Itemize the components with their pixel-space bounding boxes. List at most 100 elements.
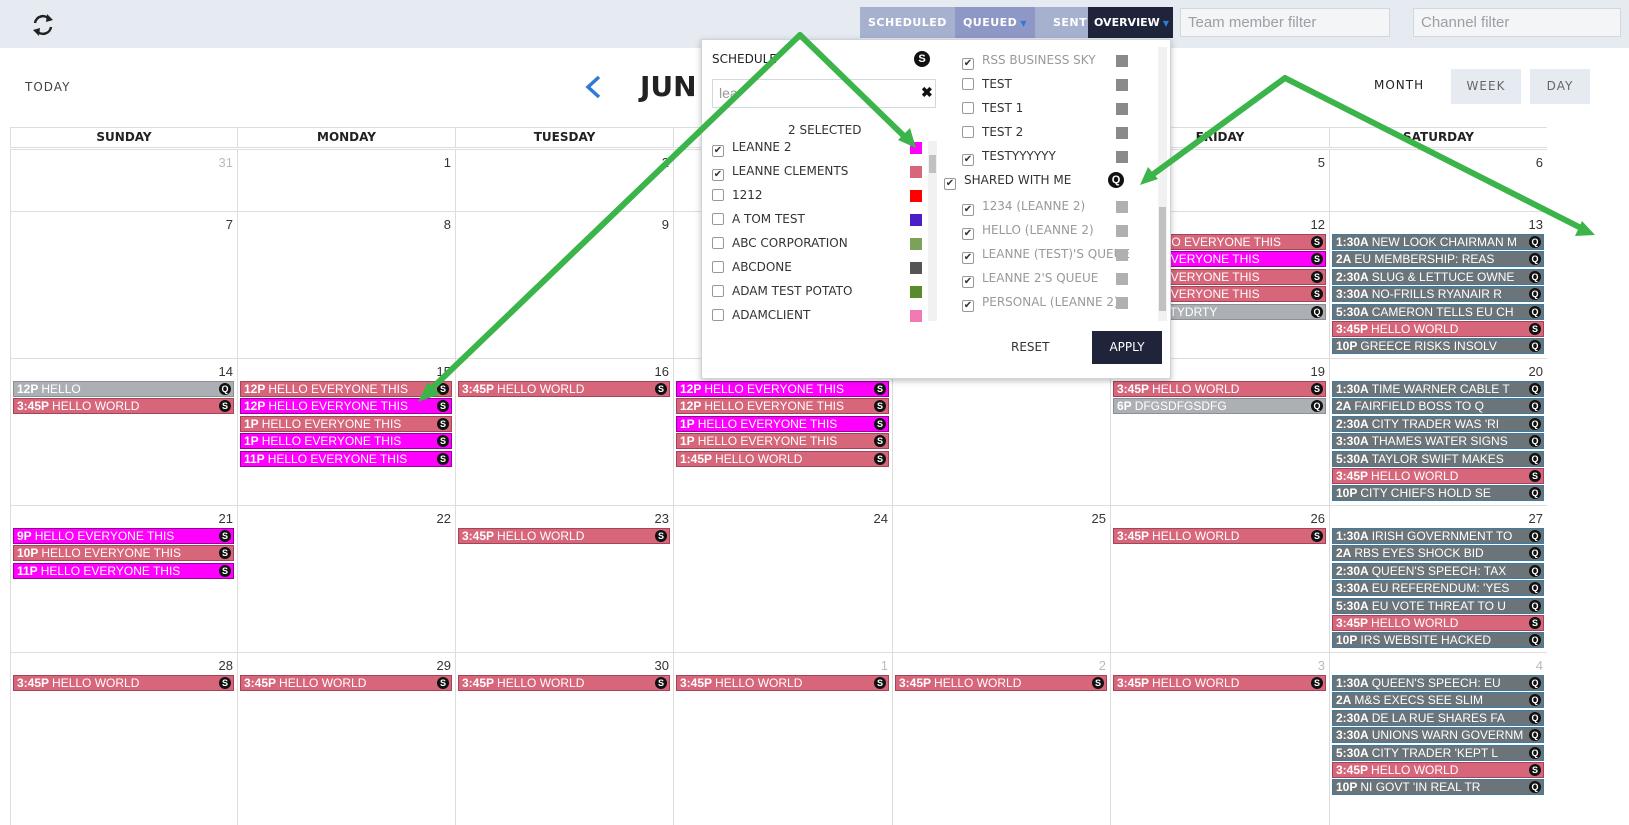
checkbox-unchecked[interactable] (962, 78, 974, 90)
channel-list-item[interactable]: ✔ PERSONAL (LEANNE 2) (962, 295, 1128, 313)
checkbox-checked[interactable]: ✔ (962, 276, 974, 288)
day-cell[interactable]: 4 1:30A QUEEN'S SPEECH: EU Q 2A M&S EXECS SEE… (1329, 652, 1547, 825)
channel-list-item[interactable]: ✔ 1234 (LEANNE 2) (962, 199, 1128, 217)
channel-filter-input[interactable]: Channel filter (1413, 8, 1621, 37)
channel-list-item[interactable]: ADAMCLIENT (712, 308, 922, 326)
calendar-event[interactable]: 2:30A QUEEN'S SPEECH: TAX Q (1332, 563, 1544, 579)
channel-list-item[interactable]: ✔ TESTYYYYYY (962, 149, 1128, 167)
calendar-event[interactable]: 2A EU MEMBERSHIP: REAS Q (1332, 251, 1544, 267)
chevron-left-icon[interactable] (582, 72, 604, 102)
calendar-event[interactable]: 2A M&S EXECS SEE SLIM Q (1332, 692, 1544, 708)
day-cell[interactable]: 1 (237, 149, 455, 211)
channel-list-item[interactable]: ✔ RSS BUSINESS SKY (962, 53, 1128, 71)
checkbox-unchecked[interactable] (712, 213, 724, 225)
day-cell[interactable]: 2 3:45P HELLO WORLD S (892, 652, 1110, 825)
channel-list-item[interactable]: ✔ LEANNE 2 (712, 140, 922, 158)
tab-scheduled[interactable]: SCHEDULED (860, 7, 955, 38)
calendar-event[interactable]: 9P HELLO EVERYONE THIS S (13, 528, 234, 544)
channel-list-item[interactable]: 1212 (712, 188, 922, 206)
checkbox-unchecked[interactable] (712, 261, 724, 273)
channel-list-item[interactable]: ✔ LEANNE CLEMENTS (712, 164, 922, 182)
calendar-event[interactable]: 5:30A CITY TRADER 'KEPT L Q (1332, 745, 1544, 761)
calendar-event[interactable]: 1:45P HELLO WORLD S (676, 451, 889, 467)
calendar-event[interactable]: 3:45P HELLO WORLD S (458, 381, 670, 397)
day-cell[interactable]: 19 3:45P HELLO WORLD S 6P DFGSDFGSDFG Q (1110, 358, 1329, 505)
day-cell[interactable]: 26 3:45P HELLO WORLD S (1110, 505, 1329, 652)
channel-list-item[interactable]: ✔ LEANNE 2'S QUEUE (962, 271, 1128, 289)
checkbox-checked[interactable]: ✔ (962, 300, 974, 312)
channel-list-item[interactable]: TEST 1 (962, 101, 1128, 119)
channel-list-item[interactable]: TEST 2 (962, 125, 1128, 143)
day-cell[interactable]: 22 (237, 505, 455, 652)
calendar-event[interactable]: 3:45P HELLO WORLD S (1332, 468, 1544, 484)
calendar-event[interactable]: 3:45P HELLO WORLD S (458, 675, 670, 691)
calendar-event[interactable]: 2A RBS EYES SHOCK BID Q (1332, 545, 1544, 561)
checkbox-unchecked[interactable] (712, 309, 724, 321)
day-cell[interactable]: 16 3:45P HELLO WORLD S (455, 358, 673, 505)
day-cell[interactable]: 31 (10, 149, 237, 211)
calendar-event[interactable]: 3:30A EU REFERENDUM: 'YES Q (1332, 580, 1544, 596)
calendar-event[interactable]: 10P NI GOVT 'IN REAL TR Q (1332, 779, 1544, 795)
team-member-filter-input[interactable]: Team member filter (1180, 8, 1390, 37)
day-cell[interactable]: 27 1:30A IRISH GOVERNMENT TO Q 2A RBS EYES SH… (1329, 505, 1547, 652)
checkbox-checked[interactable]: ✔ (962, 228, 974, 240)
day-cell[interactable]: 23 3:45P HELLO WORLD S (455, 505, 673, 652)
calendar-event[interactable]: 10P CITY CHIEFS HOLD SE Q (1332, 485, 1544, 501)
day-cell[interactable]: 14 12P HELLO Q 3:45P HELLO WORLD S (10, 358, 237, 505)
channel-list-item[interactable]: ✔ HELLO (LEANNE 2) (962, 223, 1128, 241)
calendar-event[interactable]: 10P HELLO EVERYONE THIS S (13, 545, 234, 561)
calendar-event[interactable]: 3:45P HELLO WORLD S (1332, 321, 1544, 337)
calendar-event[interactable]: 10P IRS WEBSITE HACKED Q (1332, 632, 1544, 648)
checkbox-checked[interactable]: ✔ (962, 154, 974, 166)
day-cell[interactable]: 3 3:45P HELLO WORLD S (1110, 652, 1329, 825)
shared-with-me-header[interactable]: ✔ SHARED WITH ME (944, 173, 1071, 191)
checkbox-checked[interactable]: ✔ (712, 169, 724, 181)
calendar-event[interactable]: 3:45P HELLO WORLD S (1332, 615, 1544, 631)
checkbox-checked[interactable]: ✔ (962, 58, 974, 70)
calendar-event[interactable]: 3:45P HELLO WORLD S (1113, 528, 1326, 544)
calendar-event[interactable]: 12PHELLO EVERYONE THIS S (240, 381, 452, 397)
day-cell[interactable]: 18 (892, 358, 1110, 505)
calendar-event[interactable]: 6P DFGSDFGSDFG Q (1113, 398, 1326, 414)
day-cell[interactable]: 20 1:30A TIME WARNER CABLE T Q 2A FAIRFIELD B… (1329, 358, 1547, 505)
today-button[interactable]: TODAY (25, 80, 70, 94)
day-cell[interactable]: 29 3:45P HELLO WORLD S (237, 652, 455, 825)
checkbox-unchecked[interactable] (712, 285, 724, 297)
day-cell[interactable]: 1 3:45P HELLO WORLD S (673, 652, 892, 825)
checkbox-checked[interactable]: ✔ (944, 178, 956, 190)
calendar-event[interactable]: 3:30A UNIONS WARN GOVERNM Q (1332, 727, 1544, 743)
day-cell[interactable]: 24 (673, 505, 892, 652)
day-cell[interactable]: 2 (455, 149, 673, 211)
right-list-scrollbar[interactable] (1158, 47, 1167, 321)
calendar-event[interactable]: 3:45P HELLO WORLD S (458, 528, 670, 544)
week-view-button[interactable]: WEEK (1451, 69, 1521, 104)
tab-queued[interactable]: QUEUED ▼ (954, 7, 1035, 38)
month-view-button[interactable]: MONTH (1374, 78, 1424, 92)
calendar-event[interactable]: 3:45P HELLO WORLD S (895, 675, 1107, 691)
day-cell[interactable]: 6 (1329, 149, 1547, 211)
calendar-event[interactable]: 3:45P HELLO WORLD S (1113, 381, 1326, 397)
clear-search-icon[interactable]: ✖ (921, 84, 933, 101)
calendar-event[interactable]: 11P HELLO EVERYONE THIS S (13, 563, 234, 579)
channel-list-item[interactable]: ABCDONE (712, 260, 922, 278)
calendar-event[interactable]: 3:45P HELLO WORLD S (676, 675, 889, 691)
day-view-button[interactable]: DAY (1530, 69, 1590, 104)
calendar-event[interactable]: 3:30A THAMES WATER SIGNS Q (1332, 433, 1544, 449)
overview-button[interactable]: OVERVIEW ▼ (1088, 7, 1173, 38)
calendar-event[interactable]: 3:30A NO-FRILLS RYANAIR R Q (1332, 286, 1544, 302)
day-cell[interactable]: 28 3:45P HELLO WORLD S (10, 652, 237, 825)
calendar-event[interactable]: 12PHELLO EVERYONE THIS S (676, 398, 889, 414)
reset-button[interactable]: RESET (1011, 340, 1049, 354)
calendar-event[interactable]: 1:30A TIME WARNER CABLE T Q (1332, 381, 1544, 397)
channel-list-item[interactable]: ✔ LEANNE (TEST)'S QUEUE (962, 247, 1130, 265)
day-cell[interactable]: 25 (892, 505, 1110, 652)
apply-button[interactable]: APPLY (1092, 331, 1162, 364)
refresh-icon[interactable] (28, 12, 58, 38)
calendar-event[interactable]: 2:30A CITY TRADER WAS 'RI Q (1332, 416, 1544, 432)
calendar-event[interactable]: 12PHELLO EVERYONE THIS S (676, 381, 889, 397)
checkbox-checked[interactable]: ✔ (712, 145, 724, 157)
calendar-event[interactable]: 5:30A EU VOTE THREAT TO U Q (1332, 598, 1544, 614)
calendar-event[interactable]: 5:30A CAMERON TELLS EU CH Q (1332, 304, 1544, 320)
calendar-event[interactable]: 2A FAIRFIELD BOSS TO Q Q (1332, 398, 1544, 414)
calendar-event[interactable]: 1P HELLO EVERYONE THIS S (676, 433, 889, 449)
